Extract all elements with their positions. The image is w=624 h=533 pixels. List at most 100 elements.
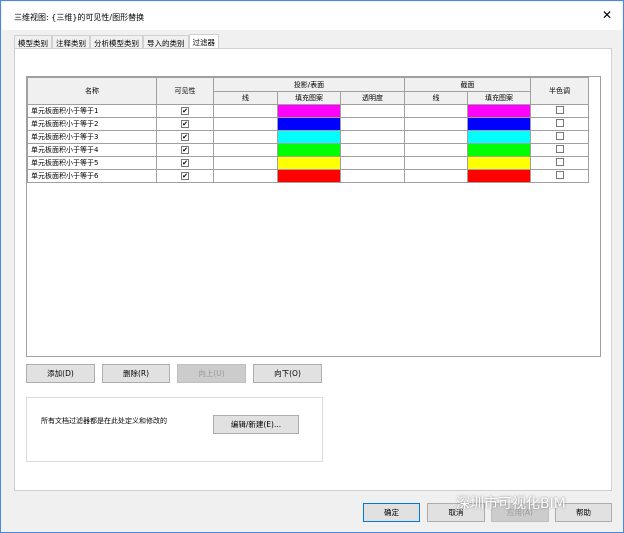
dialog-window: 三维视图: {三维}的可见性/图形替换 ✕ 模型类别 注释类别 分析模型类别 导… [0, 0, 624, 533]
filters-table-container: 名称 可见性 投影/表面 截面 半色调 线 填充图案 透明度 线 填充图案 单元… [26, 76, 601, 357]
visibility-checkbox[interactable]: ✔ [181, 120, 189, 128]
transparency-cell[interactable] [340, 104, 405, 118]
projection-fill-swatch[interactable] [277, 169, 341, 183]
filter-definition-group: 所有文档过滤器都是在此处定义和修改的 编辑/新建(E)... [26, 397, 323, 462]
tab-bar: 模型类别 注释类别 分析模型类别 导入的类别 过滤器 [14, 34, 219, 49]
visibility-cell[interactable]: ✔ [156, 169, 214, 183]
help-button[interactable]: 帮助 [555, 503, 612, 522]
transparency-cell[interactable] [340, 156, 405, 170]
move-down-button[interactable]: 向下(O) [253, 364, 322, 383]
projection-fill-swatch[interactable] [277, 143, 341, 157]
projection-fill-swatch[interactable] [277, 117, 341, 131]
halftone-checkbox[interactable] [555, 171, 564, 179]
visibility-cell[interactable]: ✔ [156, 130, 214, 144]
header-cut: 截面 [404, 77, 531, 92]
table-row[interactable]: 单元板面积小于等于1 ✔ [27, 104, 589, 118]
halftone-cell[interactable] [530, 104, 589, 118]
table-row[interactable]: 单元板面积小于等于5 ✔ [27, 156, 589, 170]
projection-line-cell[interactable] [213, 143, 278, 157]
cut-line-cell[interactable] [404, 104, 468, 118]
tab-filters[interactable]: 过滤器 [188, 34, 219, 49]
filter-name[interactable]: 单元板面积小于等于4 [27, 143, 157, 157]
tab-analytical-model-categories[interactable]: 分析模型类别 [90, 35, 143, 49]
header-transparency: 透明度 [340, 91, 405, 105]
halftone-checkbox[interactable] [555, 132, 564, 140]
filters-table: 名称 可见性 投影/表面 截面 半色调 线 填充图案 透明度 线 填充图案 单元… [27, 77, 589, 183]
projection-line-cell[interactable] [213, 156, 278, 170]
transparency-cell[interactable] [340, 143, 405, 157]
header-cut-fill: 填充图案 [467, 91, 531, 105]
visibility-cell[interactable]: ✔ [156, 143, 214, 157]
visibility-cell[interactable]: ✔ [156, 117, 214, 131]
filter-name[interactable]: 单元板面积小于等于2 [27, 117, 157, 131]
header-name[interactable]: 名称 [27, 77, 157, 105]
header-projection-line: 线 [213, 91, 278, 105]
table-row[interactable]: 单元板面积小于等于6 ✔ [27, 169, 589, 183]
header-visibility[interactable]: 可见性 [156, 77, 214, 105]
table-row[interactable]: 单元板面积小于等于3 ✔ [27, 130, 589, 144]
add-button[interactable]: 添加(D) [26, 364, 95, 383]
halftone-cell[interactable] [530, 143, 589, 157]
title-bar: 三维视图: {三维}的可见性/图形替换 ✕ [2, 2, 622, 30]
projection-line-cell[interactable] [213, 117, 278, 131]
cut-line-cell[interactable] [404, 156, 468, 170]
halftone-cell[interactable] [530, 156, 589, 170]
visibility-checkbox[interactable]: ✔ [181, 159, 189, 167]
cut-fill-swatch[interactable] [467, 104, 531, 118]
halftone-checkbox[interactable] [555, 158, 564, 166]
cut-fill-swatch[interactable] [467, 169, 531, 183]
projection-line-cell[interactable] [213, 169, 278, 183]
header-cut-line: 线 [404, 91, 468, 105]
table-row[interactable]: 单元板面积小于等于4 ✔ [27, 143, 589, 157]
tab-model-categories[interactable]: 模型类别 [14, 35, 52, 49]
projection-fill-swatch[interactable] [277, 130, 341, 144]
header-halftone: 半色调 [530, 77, 589, 105]
filter-name[interactable]: 单元板面积小于等于3 [27, 130, 157, 144]
ok-button[interactable]: 确定 [363, 503, 420, 522]
halftone-cell[interactable] [530, 117, 589, 131]
tab-annotation-categories[interactable]: 注释类别 [52, 35, 90, 49]
projection-line-cell[interactable] [213, 104, 278, 118]
visibility-checkbox[interactable]: ✔ [181, 133, 189, 141]
visibility-checkbox[interactable]: ✔ [181, 107, 189, 115]
filter-name[interactable]: 单元板面积小于等于1 [27, 104, 157, 118]
visibility-checkbox[interactable]: ✔ [181, 172, 189, 180]
halftone-checkbox[interactable] [555, 145, 564, 153]
header-projection-fill: 填充图案 [277, 91, 341, 105]
move-up-button[interactable]: 向上(U) [177, 364, 246, 383]
projection-line-cell[interactable] [213, 130, 278, 144]
halftone-cell[interactable] [530, 169, 589, 183]
cut-line-cell[interactable] [404, 143, 468, 157]
apply-button[interactable]: 应用(A) [491, 503, 549, 522]
edit-new-button[interactable]: 编辑/新建(E)... [213, 415, 299, 434]
group-description: 所有文档过滤器都是在此处定义和修改的 [41, 417, 167, 425]
cut-fill-swatch[interactable] [467, 130, 531, 144]
cut-line-cell[interactable] [404, 117, 468, 131]
projection-fill-swatch[interactable] [277, 156, 341, 170]
delete-button[interactable]: 删除(R) [102, 364, 170, 383]
halftone-checkbox[interactable] [555, 119, 564, 127]
cut-line-cell[interactable] [404, 169, 468, 183]
cancel-button[interactable]: 取消 [427, 503, 485, 522]
close-icon[interactable]: ✕ [602, 8, 612, 22]
table-row[interactable]: 单元板面积小于等于2 ✔ [27, 117, 589, 131]
visibility-cell[interactable]: ✔ [156, 104, 214, 118]
transparency-cell[interactable] [340, 169, 405, 183]
cut-line-cell[interactable] [404, 130, 468, 144]
transparency-cell[interactable] [340, 130, 405, 144]
projection-fill-swatch[interactable] [277, 104, 341, 118]
halftone-cell[interactable] [530, 130, 589, 144]
filters-panel: 名称 可见性 投影/表面 截面 半色调 线 填充图案 透明度 线 填充图案 单元… [14, 48, 612, 491]
cut-fill-swatch[interactable] [467, 117, 531, 131]
header-projection: 投影/表面 [213, 77, 405, 92]
tab-imported-categories[interactable]: 导入的类别 [143, 35, 189, 49]
window-title: 三维视图: {三维}的可见性/图形替换 [14, 13, 145, 22]
filter-name[interactable]: 单元板面积小于等于5 [27, 156, 157, 170]
filter-name[interactable]: 单元板面积小于等于6 [27, 169, 157, 183]
cut-fill-swatch[interactable] [467, 156, 531, 170]
visibility-checkbox[interactable]: ✔ [181, 146, 189, 154]
cut-fill-swatch[interactable] [467, 143, 531, 157]
halftone-checkbox[interactable] [555, 106, 564, 114]
visibility-cell[interactable]: ✔ [156, 156, 214, 170]
transparency-cell[interactable] [340, 117, 405, 131]
